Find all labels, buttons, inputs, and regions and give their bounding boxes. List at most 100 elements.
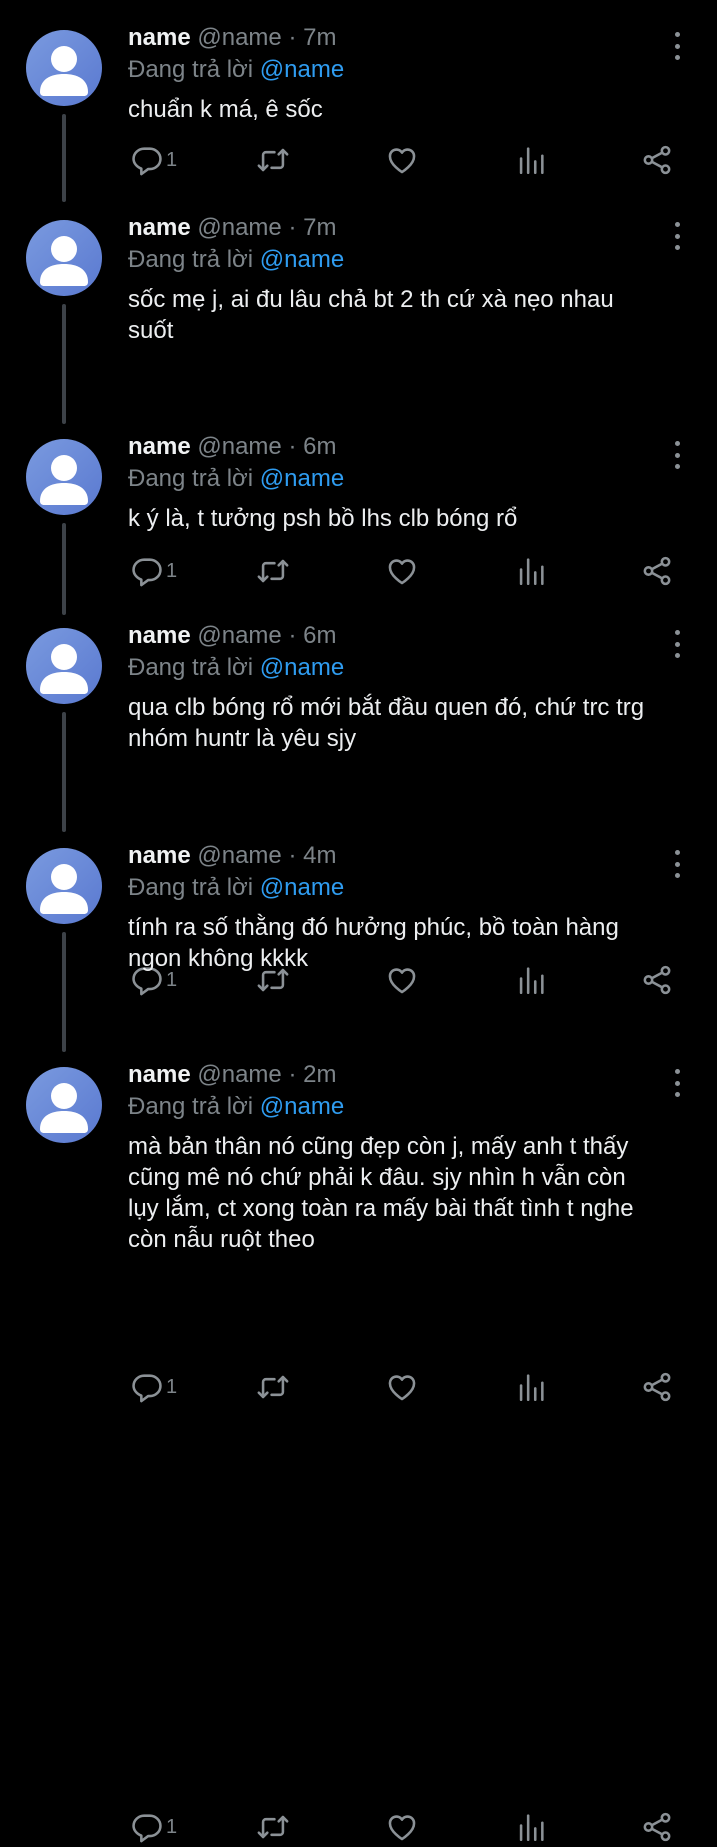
display-name[interactable]: name	[128, 842, 191, 869]
reply-icon	[132, 558, 162, 587]
retweet-button[interactable]	[256, 1807, 290, 1847]
handle[interactable]: @name · 4m	[197, 842, 336, 869]
mention-link[interactable]: @name	[260, 246, 344, 273]
tweet-body: name @name · 6m Đang trả lời @name qua c…	[128, 620, 687, 754]
display-name[interactable]: name	[128, 24, 191, 51]
default-avatar-icon	[40, 1083, 88, 1133]
avatar[interactable]	[26, 1067, 102, 1143]
mention-link[interactable]: @name	[260, 654, 344, 681]
tweet-text: chuẩn k má, ê sốc	[128, 96, 323, 123]
share-button[interactable]	[640, 1367, 674, 1407]
like-button[interactable]	[385, 551, 419, 591]
views-icon	[519, 1374, 544, 1402]
views-button[interactable]	[514, 1367, 548, 1407]
timestamp[interactable]: 6m	[303, 433, 336, 460]
tweet-header: name @name · 6m	[128, 620, 687, 652]
handle-text[interactable]: @name	[197, 214, 281, 241]
mention-link[interactable]: @name	[260, 1093, 344, 1120]
more-vertical-icon[interactable]	[665, 222, 689, 250]
retweet-button[interactable]	[256, 551, 290, 591]
mention-link[interactable]: @name	[260, 874, 344, 901]
timestamp[interactable]: 4m	[303, 842, 336, 869]
tweet-body: name @name · 7m Đang trả lời @name chuẩn…	[128, 22, 687, 125]
action-bar: 1	[128, 551, 688, 591]
tweet-text: qua clb bóng rổ mới bắt đầu quen đó, chứ…	[128, 694, 645, 752]
reply-thread: name @name · 7m Đang trả lời @name chuẩn…	[0, 0, 717, 1843]
handle-text[interactable]: @name	[197, 622, 281, 649]
share-button[interactable]	[640, 551, 674, 591]
avatar[interactable]	[26, 848, 102, 924]
handle[interactable]: @name · 7m	[197, 214, 336, 241]
thread-connector	[62, 712, 66, 832]
handle-text[interactable]: @name	[197, 433, 281, 460]
default-avatar-icon	[40, 46, 88, 96]
handle-text[interactable]: @name	[197, 1061, 281, 1088]
avatar[interactable]	[26, 628, 102, 704]
reply-button[interactable]: 1	[130, 551, 177, 591]
share-button[interactable]	[640, 140, 674, 180]
handle[interactable]: @name · 2m	[197, 1061, 336, 1088]
share-button[interactable]	[640, 1807, 674, 1847]
retweet-icon	[257, 1815, 289, 1839]
tweet-body: name @name · 4m Đang trả lời @name tính …	[128, 840, 687, 974]
reply-button[interactable]: 1	[130, 1367, 177, 1407]
more-vertical-icon[interactable]	[665, 32, 689, 60]
replying-to-label: Đang trả lời	[128, 56, 254, 83]
share-icon	[643, 1812, 671, 1842]
avatar[interactable]	[26, 220, 102, 296]
action-bar: 1	[128, 1367, 688, 1407]
display-name[interactable]: name	[128, 1061, 191, 1088]
like-button[interactable]	[385, 140, 419, 180]
handle-text[interactable]: @name	[197, 842, 281, 869]
reply-icon	[132, 1374, 162, 1403]
more-vertical-icon[interactable]	[665, 441, 689, 469]
like-button[interactable]	[385, 1367, 419, 1407]
share-icon	[643, 556, 671, 586]
display-name[interactable]: name	[128, 214, 191, 241]
reply-count: 1	[166, 1375, 178, 1398]
replying-to-label: Đang trả lời	[128, 1093, 254, 1120]
default-avatar-icon	[40, 455, 88, 505]
reply-button[interactable]: 1	[130, 1807, 177, 1847]
handle-text[interactable]: @name	[197, 24, 281, 51]
like-button[interactable]	[385, 1807, 419, 1847]
views-button[interactable]	[514, 140, 548, 180]
heart-icon	[388, 1375, 416, 1401]
retweet-button[interactable]	[256, 1367, 290, 1407]
handle[interactable]: @name · 7m	[197, 24, 336, 51]
action-bar: 1	[128, 1807, 688, 1847]
more-vertical-icon[interactable]	[665, 1069, 689, 1097]
more-vertical-icon[interactable]	[665, 850, 689, 878]
replying-to: Đang trả lời @name	[128, 652, 687, 684]
avatar[interactable]	[26, 30, 102, 106]
display-name[interactable]: name	[128, 433, 191, 460]
handle[interactable]: @name · 6m	[197, 433, 336, 460]
replying-to: Đang trả lời @name	[128, 54, 687, 86]
timestamp[interactable]: 7m	[303, 214, 336, 241]
retweet-icon	[257, 1375, 289, 1399]
timestamp[interactable]: 2m	[303, 1061, 336, 1088]
views-button[interactable]	[514, 1807, 548, 1847]
tweet-text: sốc mẹ j, ai đu lâu chả bt 2 th cứ xà nẹ…	[128, 286, 614, 344]
thread-connector	[62, 932, 66, 1052]
views-button[interactable]	[514, 551, 548, 591]
display-name[interactable]: name	[128, 622, 191, 649]
thread-connector	[62, 304, 66, 424]
retweet-button[interactable]	[256, 140, 290, 180]
thread-connector	[62, 523, 66, 615]
tweet-header: name @name · 6m	[128, 431, 687, 463]
tweet-body: name @name · 7m Đang trả lời @name sốc m…	[128, 212, 687, 346]
more-vertical-icon[interactable]	[665, 630, 689, 658]
views-icon	[519, 1814, 544, 1842]
timestamp[interactable]: 7m	[303, 24, 336, 51]
tweet-text: tính ra số thằng đó hưởng phúc, bồ toàn …	[128, 914, 619, 972]
handle[interactable]: @name · 6m	[197, 622, 336, 649]
mention-link[interactable]: @name	[260, 56, 344, 83]
reply-button[interactable]: 1	[130, 140, 177, 180]
heart-icon	[388, 559, 416, 585]
views-icon	[519, 558, 544, 586]
timestamp[interactable]: 6m	[303, 622, 336, 649]
avatar[interactable]	[26, 439, 102, 515]
mention-link[interactable]: @name	[260, 465, 344, 492]
heart-icon	[388, 148, 416, 174]
